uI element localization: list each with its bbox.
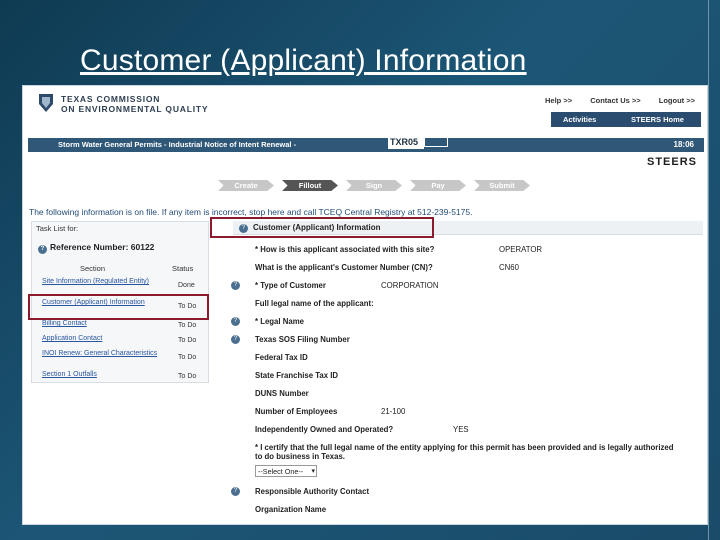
task-status: Done: [178, 282, 195, 289]
form-title-bar: Storm Water General Permits - Industrial…: [28, 137, 704, 152]
form-title: Storm Water General Permits - Industrial…: [58, 140, 297, 149]
task-application-contact[interactable]: Application Contact: [42, 335, 162, 343]
field-label-employees: Number of Employees: [255, 407, 338, 416]
field-value-employees: 21-100: [381, 407, 406, 416]
help-icon[interactable]: ?: [231, 281, 240, 290]
task-section1-outfalls[interactable]: Section 1 Outfalls: [42, 371, 162, 379]
field-label-legal-name: * Legal Name: [255, 317, 304, 326]
customer-form: ? Customer (Applicant) Information * How…: [223, 221, 707, 524]
logout-link[interactable]: Logout >>: [659, 96, 695, 105]
agency-name: TEXAS COMMISSION ON ENVIRONMENTAL QUALIT…: [61, 94, 209, 114]
chevron-down-icon: ▾: [311, 468, 315, 475]
field-label-sos: Texas SOS Filing Number: [255, 335, 350, 344]
section-responsible-authority: Responsible Authority Contact: [255, 487, 370, 496]
slide-title: Customer (Applicant) Information: [80, 44, 527, 77]
help-icon[interactable]: ?: [231, 317, 240, 326]
step-sign[interactable]: Sign: [346, 180, 402, 191]
field-label-federal-tax-id: Federal Tax ID: [255, 353, 308, 362]
task-status: To Do: [178, 322, 197, 329]
workflow-steps: Create Fillout Sign Pay Submit: [218, 180, 548, 192]
field-value-independent: YES: [453, 425, 469, 434]
highlight-task-item: [28, 294, 209, 320]
top-links: Help >> Contact Us >> Logout >>: [529, 96, 695, 105]
field-label-duns: DUNS Number: [255, 389, 309, 398]
help-icon[interactable]: ?: [38, 245, 47, 254]
steers-logo: STEERS: [646, 156, 697, 168]
tab-steers-home[interactable]: STEERS Home: [631, 115, 684, 124]
site-header: TEXAS COMMISSION ON ENVIRONMENTAL QUALIT…: [23, 86, 707, 127]
tab-activities[interactable]: Activities: [563, 115, 596, 124]
task-billing-contact[interactable]: Billing Contact: [42, 320, 162, 328]
screenshot-panel: TEXAS COMMISSION ON ENVIRONMENTAL QUALIT…: [22, 85, 708, 525]
col-section: Section: [80, 264, 106, 273]
field-value-cn: CN60: [499, 263, 519, 272]
field-label-full-legal-name: Full legal name of the applicant:: [255, 299, 374, 308]
slide-edge-line: [708, 0, 709, 540]
help-link[interactable]: Help >>: [545, 96, 572, 105]
contact-link[interactable]: Contact Us >>: [590, 96, 640, 105]
task-list-title: Task List for:: [36, 224, 79, 233]
highlight-form-header: [210, 217, 434, 238]
task-site-information[interactable]: Site Information (Regulated Entity): [42, 278, 162, 286]
task-status: To Do: [178, 337, 197, 344]
reference-number: ? Reference Number: 60122: [38, 242, 154, 254]
task-inoi-general[interactable]: INOI Renew: General Characteristics: [42, 350, 162, 358]
step-submit[interactable]: Submit: [474, 180, 530, 191]
step-fillout[interactable]: Fillout: [282, 180, 338, 191]
info-message: The following information is on file. If…: [29, 207, 473, 217]
field-value-customer-type: CORPORATION: [381, 281, 439, 290]
task-status: To Do: [178, 373, 197, 380]
step-create[interactable]: Create: [218, 180, 274, 191]
step-pay[interactable]: Pay: [410, 180, 466, 191]
field-label-organization: Organization Name: [255, 505, 327, 514]
col-status: Status: [172, 264, 194, 273]
tceq-logo-icon: [39, 94, 53, 112]
certify-select[interactable]: --Select One-- ▾: [255, 465, 317, 477]
field-label-association: * How is this applicant associated with …: [255, 245, 435, 254]
field-label-independent: Independently Owned and Operated?: [255, 425, 394, 434]
field-label-customer-type: * Type of Customer: [255, 281, 326, 290]
field-value-association: OPERATOR: [499, 245, 543, 254]
permit-badge: TXR05: [388, 137, 424, 149]
help-icon[interactable]: ?: [231, 487, 240, 496]
nav-tabs: Activities STEERS Home: [551, 112, 701, 127]
field-label-franchise-tax-id: State Franchise Tax ID: [255, 371, 339, 380]
session-timer: 18:06: [673, 140, 694, 149]
task-status: To Do: [178, 354, 197, 361]
field-label-cn: What is the applicant's Customer Number …: [255, 263, 433, 272]
certification-text: * I certify that the full legal name of …: [255, 443, 674, 461]
permit-badge-suffix: [424, 137, 448, 147]
help-icon[interactable]: ?: [231, 335, 240, 344]
